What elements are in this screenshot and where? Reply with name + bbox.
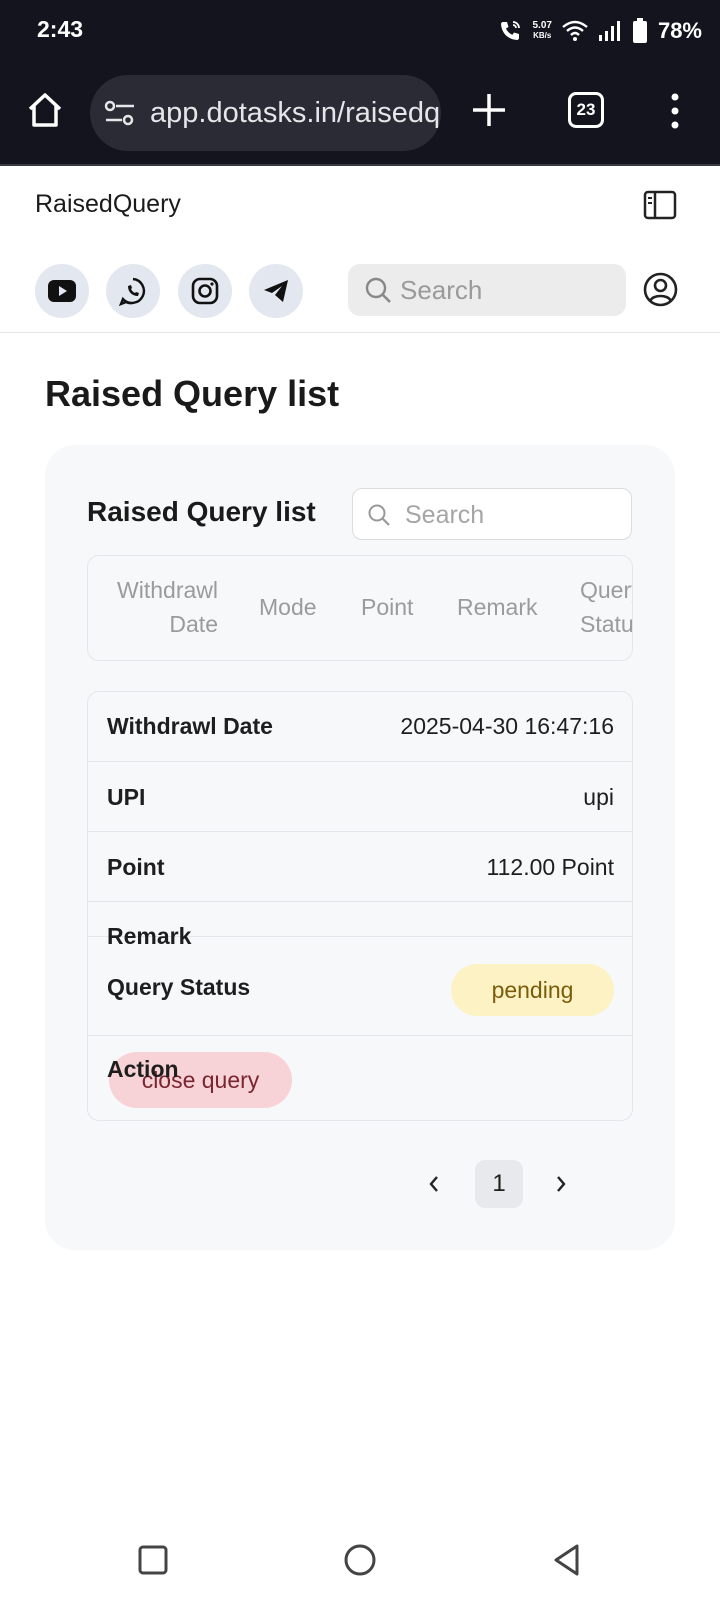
screen: 2:43 5.07 KB/s 78% app.dotasks.in/raised… bbox=[0, 0, 720, 1600]
url-text[interactable]: app.dotasks.in/raisedquery bbox=[150, 97, 441, 130]
call-icon bbox=[501, 21, 521, 40]
record-row-remark: Remark bbox=[88, 902, 632, 949]
record-value: upi bbox=[583, 784, 614, 810]
record-key: Withdrawl Date bbox=[107, 713, 273, 739]
back-icon[interactable] bbox=[549, 1542, 585, 1578]
search-icon bbox=[368, 504, 390, 526]
record-row-point: Point 112.00 Point bbox=[88, 832, 632, 902]
battery-icon bbox=[632, 18, 647, 43]
query-list-card: Raised Query list Withdrawl Date Mode Po… bbox=[45, 445, 675, 1250]
chevron-left-icon bbox=[429, 1176, 438, 1192]
record-key: Action bbox=[107, 1056, 179, 1082]
status-time: 2:43 bbox=[37, 16, 84, 42]
chevron-right-icon bbox=[557, 1176, 566, 1192]
column-header-remark[interactable]: Remark bbox=[457, 590, 538, 624]
instagram-button[interactable] bbox=[178, 264, 232, 318]
record-key: Point bbox=[107, 854, 165, 880]
home-icon[interactable] bbox=[25, 90, 65, 130]
profile-icon[interactable] bbox=[643, 272, 678, 307]
column-header-query-status[interactable]: Query Status bbox=[580, 573, 632, 641]
telegram-button[interactable] bbox=[249, 264, 303, 318]
signal-icon bbox=[598, 21, 620, 41]
sidebar-toggle-icon[interactable] bbox=[643, 190, 677, 220]
column-header-withdrawl-date[interactable]: Withdrawl Date bbox=[108, 573, 218, 641]
system-nav-bar bbox=[0, 1520, 720, 1600]
site-settings-icon[interactable] bbox=[104, 99, 136, 127]
table-search-input[interactable] bbox=[405, 498, 620, 532]
youtube-icon bbox=[48, 280, 76, 302]
prev-page-button[interactable] bbox=[414, 1160, 454, 1208]
page-title: Raised Query list bbox=[45, 373, 340, 414]
header-divider bbox=[0, 332, 720, 333]
record-value: 112.00 Point bbox=[486, 854, 614, 880]
table-header: Withdrawl Date Mode Point Remark Query S… bbox=[87, 555, 633, 661]
tabs-icon[interactable]: 23 bbox=[568, 92, 604, 128]
card-title: Raised Query list bbox=[87, 496, 316, 527]
table-search[interactable] bbox=[352, 488, 632, 540]
wifi-icon bbox=[562, 20, 588, 41]
status-icons: 5.07 KB/s 78% bbox=[498, 14, 702, 48]
home-nav-icon[interactable] bbox=[342, 1542, 378, 1578]
new-tab-icon[interactable] bbox=[470, 91, 508, 129]
record-row-mode: UPI upi bbox=[88, 762, 632, 832]
status-badge: pending bbox=[451, 964, 614, 1016]
instagram-icon bbox=[191, 277, 219, 305]
status-bar: 2:43 5.07 KB/s 78% bbox=[0, 0, 720, 62]
battery-percent: 78% bbox=[657, 18, 702, 43]
column-header-mode[interactable]: Mode bbox=[259, 590, 317, 624]
record-key: UPI bbox=[107, 784, 146, 810]
whatsapp-button[interactable] bbox=[106, 264, 160, 318]
column-header-point[interactable]: Point bbox=[361, 590, 413, 624]
more-menu-icon[interactable] bbox=[664, 92, 686, 130]
youtube-button[interactable] bbox=[35, 264, 89, 318]
record-row-action: close query Action bbox=[88, 1036, 632, 1120]
telegram-icon bbox=[264, 280, 288, 302]
record-key: Query Status bbox=[107, 974, 251, 1000]
header-search-input[interactable] bbox=[400, 272, 610, 308]
record-row-status: Query Status pending bbox=[88, 937, 632, 1036]
next-page-button[interactable] bbox=[541, 1160, 581, 1208]
search-icon bbox=[365, 277, 391, 303]
record-row-withdrawl-date: Withdrawl Date 2025-04-30 16:47:16 bbox=[88, 692, 632, 762]
recents-icon[interactable] bbox=[135, 1542, 171, 1578]
page-number-current[interactable]: 1 bbox=[475, 1160, 523, 1208]
header-search[interactable] bbox=[348, 264, 626, 316]
whatsapp-icon bbox=[118, 277, 146, 306]
address-bar[interactable]: app.dotasks.in/raisedquery bbox=[90, 75, 441, 151]
browser-toolbar: app.dotasks.in/raisedquery 23 bbox=[0, 62, 720, 166]
net-speed: 5.07 KB/s bbox=[532, 20, 552, 41]
app-title: RaisedQuery bbox=[35, 190, 181, 218]
record-value: 2025-04-30 16:47:16 bbox=[400, 713, 614, 739]
query-record: Withdrawl Date 2025-04-30 16:47:16 UPI u… bbox=[87, 691, 633, 1121]
